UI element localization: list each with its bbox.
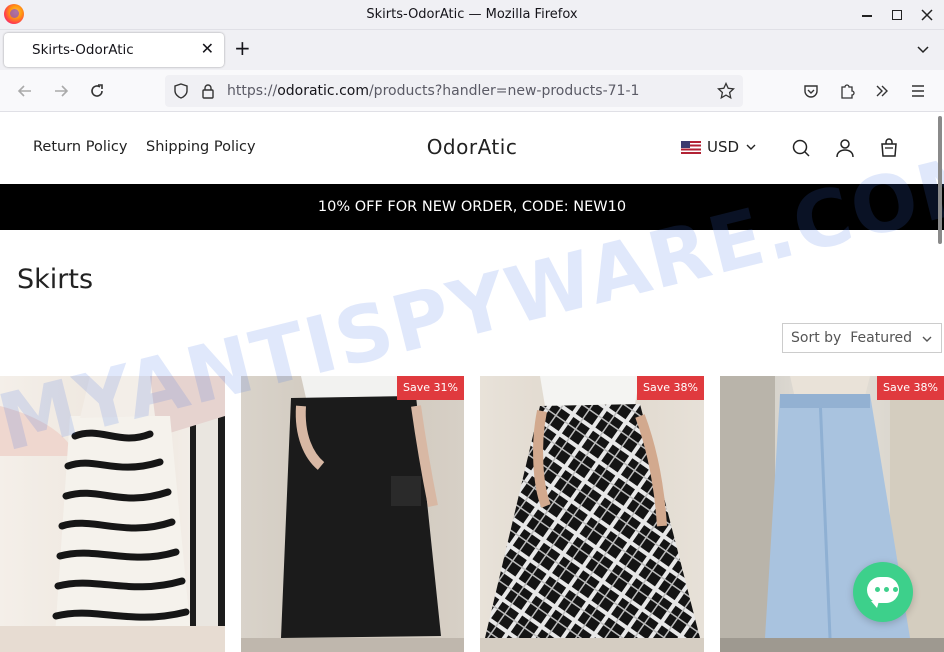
product-image-denim-skirt[interactable] bbox=[720, 376, 944, 652]
list-all-tabs-icon[interactable] bbox=[914, 40, 932, 58]
page-scrollbar[interactable] bbox=[938, 116, 942, 244]
announcement-bar: 10% OFF FOR NEW ORDER, CODE: NEW10 bbox=[0, 184, 944, 230]
hamburger-menu-icon bbox=[912, 85, 924, 97]
site-header: Return Policy Shipping Policy OdorAtic U… bbox=[0, 112, 944, 184]
sort-select[interactable]: Sort by Featured bbox=[782, 323, 942, 353]
url-scheme: https:// bbox=[227, 83, 278, 99]
tab-label: Skirts-OdorAtic bbox=[32, 42, 134, 58]
reload-icon bbox=[91, 84, 103, 97]
product-card[interactable]: Save 31% bbox=[241, 376, 464, 652]
lock-icon[interactable] bbox=[201, 83, 215, 99]
tracking-protection-shield-icon[interactable] bbox=[173, 83, 189, 99]
product-image-black-cargo-skirt[interactable] bbox=[241, 376, 464, 652]
puzzle-extensions-icon bbox=[841, 84, 855, 99]
sort-label: Sort by bbox=[791, 330, 842, 346]
back-arrow-icon bbox=[17, 85, 31, 97]
collection-title: Skirts bbox=[17, 264, 94, 295]
new-tab-button[interactable]: + bbox=[234, 36, 251, 60]
minimize-button[interactable] bbox=[850, 0, 884, 30]
pocket-icon bbox=[804, 85, 818, 98]
maximize-icon bbox=[892, 10, 902, 20]
forward-button[interactable] bbox=[50, 80, 72, 102]
url-host: odoratic.com bbox=[277, 83, 369, 99]
discount-badge: Save 31% bbox=[397, 376, 464, 400]
sort-value: Featured bbox=[850, 330, 913, 346]
discount-badge: Save 38% bbox=[877, 376, 944, 400]
double-chevron-right-icon bbox=[876, 85, 888, 97]
cart-bag-icon[interactable] bbox=[879, 138, 899, 158]
close-icon bbox=[921, 9, 933, 21]
product-card[interactable]: Save 38% bbox=[720, 376, 944, 652]
web-page: Return Policy Shipping Policy OdorAtic U… bbox=[0, 112, 944, 652]
window-title: Skirts-OdorAtic — Mozilla Firefox bbox=[366, 7, 578, 22]
navigation-toolbar: https://odoratic.com/products?handler=ne… bbox=[0, 70, 944, 112]
search-icon[interactable] bbox=[791, 138, 811, 158]
product-image-zebra-skirt[interactable] bbox=[0, 376, 225, 652]
product-grid: Save 31% Save 38% Save 38% bbox=[0, 376, 944, 652]
app-menu-button[interactable] bbox=[907, 80, 929, 102]
tab-close-button[interactable]: ✕ bbox=[201, 39, 214, 58]
url-path: /products?handler=new-products-71-1 bbox=[368, 83, 640, 99]
account-icon[interactable] bbox=[835, 138, 855, 158]
extensions-button[interactable] bbox=[836, 80, 858, 102]
forward-arrow-icon bbox=[55, 85, 69, 97]
url-bar[interactable]: https://odoratic.com/products?handler=ne… bbox=[165, 75, 743, 107]
currency-label: USD bbox=[707, 138, 740, 156]
product-card[interactable]: Save 38% bbox=[480, 376, 704, 652]
chat-widget-button[interactable] bbox=[853, 562, 913, 622]
window-titlebar: Skirts-OdorAtic — Mozilla Firefox bbox=[0, 0, 944, 30]
currency-selector[interactable]: USD bbox=[681, 138, 757, 156]
discount-badge: Save 38% bbox=[637, 376, 704, 400]
pocket-button[interactable] bbox=[800, 80, 822, 102]
url-text[interactable]: https://odoratic.com/products?handler=ne… bbox=[227, 83, 639, 99]
overflow-menu-button[interactable] bbox=[871, 80, 893, 102]
chat-dots bbox=[875, 587, 898, 592]
back-button[interactable] bbox=[14, 80, 36, 102]
maximize-button[interactable] bbox=[880, 0, 914, 30]
minimize-icon bbox=[862, 15, 872, 17]
us-flag-icon bbox=[681, 140, 701, 154]
chevron-down-icon bbox=[922, 336, 932, 342]
reload-button[interactable] bbox=[86, 80, 108, 102]
close-window-button[interactable] bbox=[910, 0, 944, 30]
bookmark-star-icon[interactable] bbox=[717, 82, 735, 100]
product-image-plaid-skirt[interactable] bbox=[480, 376, 704, 652]
product-card[interactable] bbox=[0, 376, 225, 652]
chevron-down-icon bbox=[746, 144, 756, 150]
tab-strip: Skirts-OdorAtic ✕ + bbox=[0, 30, 944, 70]
tab-skirts-odoratic[interactable]: Skirts-OdorAtic ✕ bbox=[4, 33, 224, 67]
